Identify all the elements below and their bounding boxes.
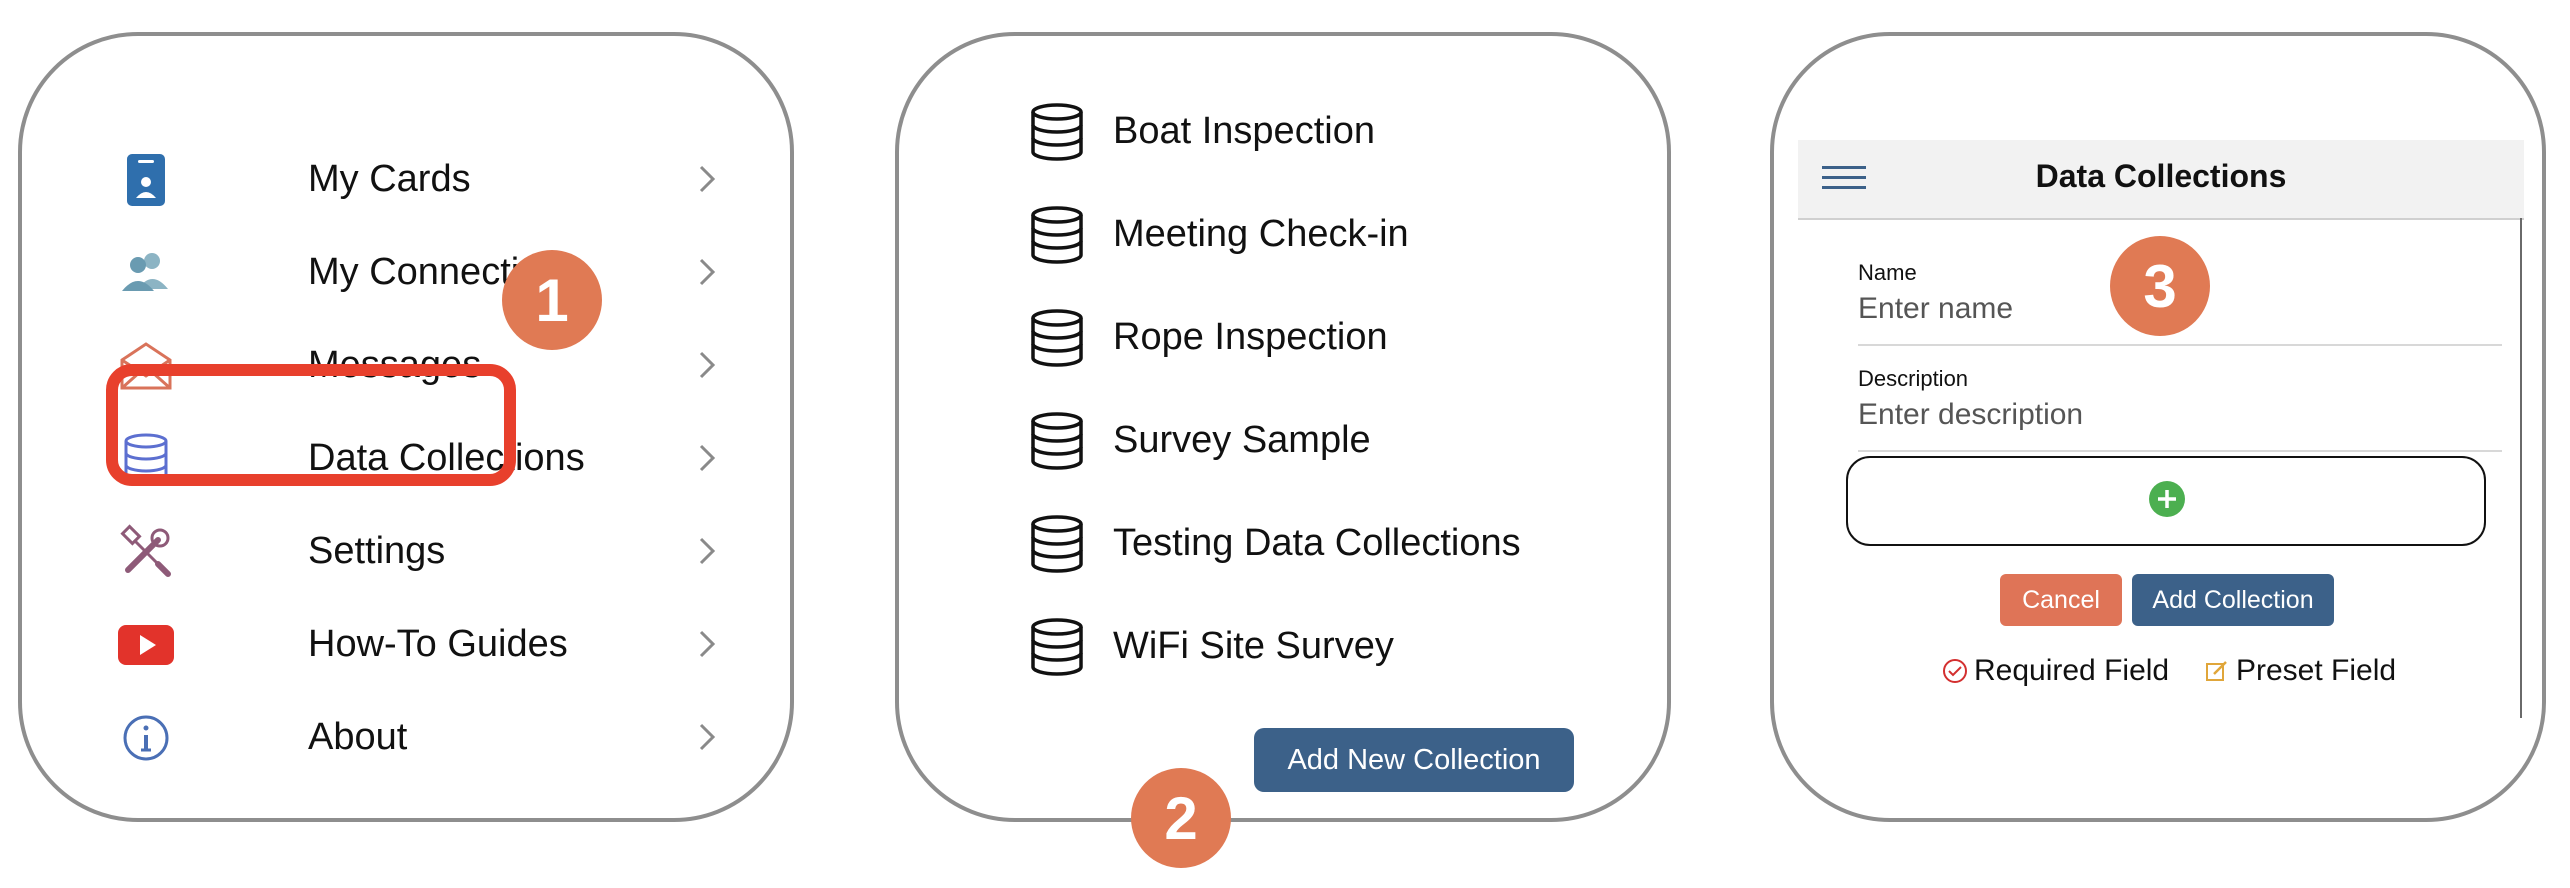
youtube-play-icon <box>118 625 174 665</box>
collection-name: Meeting Check-in <box>1113 213 1409 255</box>
app-header: Data Collections <box>1798 140 2524 220</box>
database-icon <box>1031 309 1083 367</box>
id-card-icon <box>127 154 165 206</box>
menu-item-settings[interactable]: Settings <box>118 506 738 599</box>
menu-item-my-cards[interactable]: My Cards <box>118 134 738 227</box>
callout-badge-1: 1 <box>502 250 602 350</box>
scrollbar <box>2520 218 2522 718</box>
info-icon <box>123 715 169 761</box>
collection-name: Survey Sample <box>1113 419 1371 461</box>
add-field-area[interactable] <box>1846 456 2486 546</box>
name-label: Name <box>1858 260 1917 285</box>
chevron-right-icon <box>699 444 716 472</box>
menu-label: My Cards <box>308 158 471 200</box>
tools-icon <box>120 524 171 577</box>
add-collection-panel: Data Collections Name Enter name Descrip… <box>1770 32 2546 822</box>
add-new-collection-button[interactable]: Add New Collection <box>1254 728 1574 792</box>
callout-badge-3: 3 <box>2110 236 2210 336</box>
menu-label: Settings <box>308 530 446 572</box>
database-icon <box>1031 103 1083 161</box>
menu-panel: My Cards My Connections Messages Data Co… <box>18 32 794 822</box>
people-icon <box>122 253 168 291</box>
plus-circle-icon[interactable] <box>2148 480 2186 518</box>
legend-preset-label: Preset Field <box>2236 654 2397 687</box>
legend-required: Required Field <box>1942 654 2169 688</box>
chevron-right-icon <box>699 630 716 658</box>
database-icon <box>1031 618 1083 676</box>
collections-panel: Boat Inspection Meeting Check-in Rope In… <box>895 32 1671 868</box>
highlight-box <box>106 364 516 486</box>
chevron-right-icon <box>699 351 716 379</box>
chevron-right-icon <box>699 258 716 286</box>
collection-name: Boat Inspection <box>1113 110 1375 152</box>
required-check-icon <box>1943 659 1967 683</box>
page-title: Data Collections <box>2035 158 2287 194</box>
menu-item-how-to-guides[interactable]: How-To Guides <box>118 599 738 692</box>
legend-required-label: Required Field <box>1974 654 2170 687</box>
collection-item[interactable]: WiFi Site Survey <box>1029 611 1589 683</box>
collection-item[interactable]: Testing Data Collections <box>1029 508 1589 580</box>
collection-item[interactable]: Boat Inspection <box>1029 96 1589 168</box>
chevron-right-icon <box>699 723 716 751</box>
database-icon <box>1031 515 1083 573</box>
description-label: Description <box>1858 366 1969 391</box>
chevron-right-icon <box>699 537 716 565</box>
database-icon <box>1031 412 1083 470</box>
add-collection-button[interactable]: Add Collection <box>2132 574 2334 626</box>
menu-item-about[interactable]: About <box>118 692 738 785</box>
description-field[interactable]: Enter description <box>1858 398 2502 452</box>
collection-name: WiFi Site Survey <box>1113 625 1394 667</box>
database-icon <box>1031 206 1083 264</box>
collection-item[interactable]: Meeting Check-in <box>1029 199 1589 271</box>
menu-label: How-To Guides <box>308 623 568 665</box>
collection-item[interactable]: Rope Inspection <box>1029 302 1589 374</box>
callout-badge-2: 2 <box>1131 768 1231 868</box>
legend-preset: Preset Field <box>2204 654 2396 688</box>
chevron-right-icon <box>699 165 716 193</box>
collection-name: Testing Data Collections <box>1113 522 1521 564</box>
menu-item-my-connections[interactable]: My Connections <box>118 227 738 320</box>
collection-item[interactable]: Survey Sample <box>1029 405 1589 477</box>
preset-edit-icon <box>2206 661 2227 681</box>
collection-name: Rope Inspection <box>1113 316 1388 358</box>
cancel-button[interactable]: Cancel <box>2000 574 2122 626</box>
menu-label: About <box>308 716 408 758</box>
